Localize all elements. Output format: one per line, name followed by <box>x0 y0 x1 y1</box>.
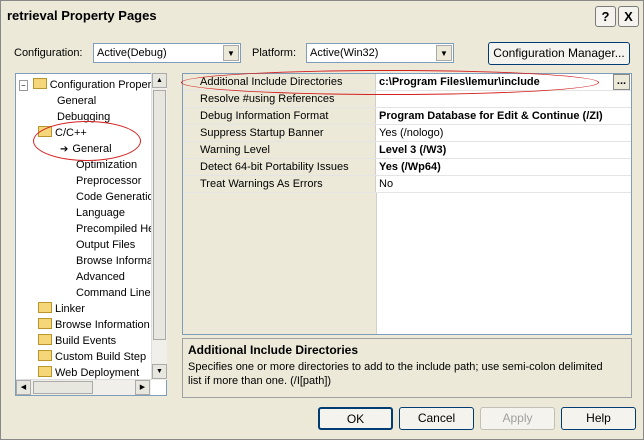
tree-item-debugging[interactable]: Debugging <box>57 109 110 125</box>
tree-item-browse-information[interactable]: Browse Informa <box>76 253 153 269</box>
platform-value: Active(Win32) <box>310 47 379 59</box>
folder-icon <box>38 302 52 313</box>
description-text: Specifies one or more directories to add… <box>188 361 603 387</box>
window-title: retrieval Property Pages <box>7 8 157 23</box>
help-icon[interactable]: ? <box>595 6 616 27</box>
tree-item-advanced[interactable]: Advanced <box>76 269 125 285</box>
tree-item-label: Linker <box>55 303 85 315</box>
tree-item-cpp-general[interactable]: ➔ General <box>60 141 112 157</box>
folder-icon <box>38 350 52 361</box>
tree-vertical-scrollbar[interactable]: ▲ ▼ <box>151 73 167 380</box>
tree-item-linker[interactable]: Linker <box>38 301 85 317</box>
tree-item-label: Configuration Propertie <box>49 79 163 91</box>
grid-row-treat-warnings-as-errors[interactable]: Treat Warnings As Errors No <box>183 176 631 193</box>
grid-row-value[interactable]: No <box>379 176 393 192</box>
arrow-pointer-icon: ➔ <box>60 144 69 155</box>
grid-key-column-fill <box>183 193 377 334</box>
close-icon[interactable]: X <box>618 6 639 27</box>
platform-dropdown[interactable]: Active(Win32) ▼ <box>306 43 454 63</box>
grid-row-debug-information-format[interactable]: Debug Information Format Program Databas… <box>183 108 631 125</box>
property-tree: − Configuration Propertie General Debugg… <box>15 73 167 396</box>
scroll-thumb[interactable] <box>153 90 166 340</box>
property-grid: Additional Include Directories c:\Progra… <box>182 73 632 335</box>
description-title: Additional Include Directories <box>188 343 359 357</box>
tree-item-label: Custom Build Step <box>55 351 147 363</box>
grid-row-value[interactable]: Program Database for Edit & Continue (/Z… <box>379 108 603 124</box>
tree-item-code-generation[interactable]: Code Generatio <box>76 189 154 205</box>
grid-row-detect-64bit-portability[interactable]: Detect 64-bit Portability Issues Yes (/W… <box>183 159 631 176</box>
tree-horizontal-scrollbar[interactable]: ◀ ▶ <box>16 379 151 395</box>
tree-item-build-events[interactable]: Build Events <box>38 333 116 349</box>
grid-row-value[interactable]: Level 3 (/W3) <box>379 142 446 158</box>
tree-item-output-files[interactable]: Output Files <box>76 237 135 253</box>
grid-row-suppress-startup-banner[interactable]: Suppress Startup Banner Yes (/nologo) <box>183 125 631 142</box>
grid-row-key: Treat Warnings As Errors <box>183 176 376 192</box>
tree-item-label: General <box>72 143 112 155</box>
grid-row-key: Warning Level <box>183 142 376 158</box>
tree-item-optimization[interactable]: Optimization <box>76 157 137 173</box>
folder-icon <box>38 334 52 345</box>
ellipsis-button[interactable]: ... <box>613 74 630 90</box>
scroll-down-icon[interactable]: ▼ <box>152 364 167 379</box>
scroll-thumb[interactable] <box>33 381 93 394</box>
tree-item-configuration-properties[interactable]: − Configuration Propertie <box>19 77 163 93</box>
folder-icon <box>38 318 52 329</box>
tree-item-label: C/C++ <box>55 127 87 139</box>
scroll-left-icon[interactable]: ◀ <box>16 380 31 395</box>
tree-item-label: Web Deployment <box>55 367 140 379</box>
apply-button[interactable]: Apply <box>480 407 555 430</box>
tree-item-custom-build-step[interactable]: Custom Build Step <box>38 349 146 365</box>
grid-row-value[interactable]: c:\Program Files\lemur\include <box>379 74 540 90</box>
description-panel: Additional Include Directories Specifies… <box>182 338 632 398</box>
tree-item-browse-information-root[interactable]: Browse Information <box>38 317 150 333</box>
configuration-manager-button[interactable]: Configuration Manager... <box>488 42 630 65</box>
tree-item-general[interactable]: General <box>57 93 96 109</box>
ok-button[interactable]: OK <box>318 407 393 430</box>
tree-item-label: Build Events <box>55 335 117 347</box>
tree-item-language[interactable]: Language <box>76 205 125 221</box>
tree-item-label: Browse Information <box>55 319 150 331</box>
grid-row-value[interactable]: Yes (/nologo) <box>379 125 443 141</box>
tree-item-precompiled-headers[interactable]: Precompiled He <box>76 221 154 237</box>
grid-row-key: Additional Include Directories <box>183 74 376 90</box>
help-button[interactable]: Help <box>561 407 636 430</box>
grid-row-key: Resolve #using References <box>183 91 376 107</box>
title-bar: retrieval Property Pages ? X <box>1 1 643 31</box>
platform-label: Platform: <box>252 47 297 59</box>
grid-row-resolve-using-references[interactable]: Resolve #using References <box>183 91 631 108</box>
property-pages-window: retrieval Property Pages ? X Configurati… <box>0 0 644 440</box>
grid-row-key: Debug Information Format <box>183 108 376 124</box>
grid-row-key: Suppress Startup Banner <box>183 125 376 141</box>
grid-row-value[interactable]: Yes (/Wp64) <box>379 159 441 175</box>
collapse-icon[interactable]: − <box>19 80 28 91</box>
tree-item-preprocessor[interactable]: Preprocessor <box>76 173 141 189</box>
scroll-up-icon[interactable]: ▲ <box>152 73 167 88</box>
configuration-label: Configuration: <box>14 47 83 59</box>
chevron-down-icon[interactable]: ▼ <box>223 45 239 61</box>
grid-row-key: Detect 64-bit Portability Issues <box>183 159 376 175</box>
chevron-down-icon[interactable]: ▼ <box>436 45 452 61</box>
grid-row-warning-level[interactable]: Warning Level Level 3 (/W3) <box>183 142 631 159</box>
grid-row-additional-include-directories[interactable]: Additional Include Directories c:\Progra… <box>183 74 631 91</box>
folder-icon <box>38 366 52 377</box>
cancel-button[interactable]: Cancel <box>399 407 474 430</box>
folder-open-icon <box>38 126 52 137</box>
configuration-dropdown[interactable]: Active(Debug) ▼ <box>93 43 241 63</box>
tree-item-cpp[interactable]: C/C++ <box>38 125 87 141</box>
folder-open-icon <box>32 78 47 89</box>
scroll-right-icon[interactable]: ▶ <box>135 380 150 395</box>
tree-item-command-line[interactable]: Command Line <box>76 285 151 301</box>
configuration-value: Active(Debug) <box>97 47 167 59</box>
